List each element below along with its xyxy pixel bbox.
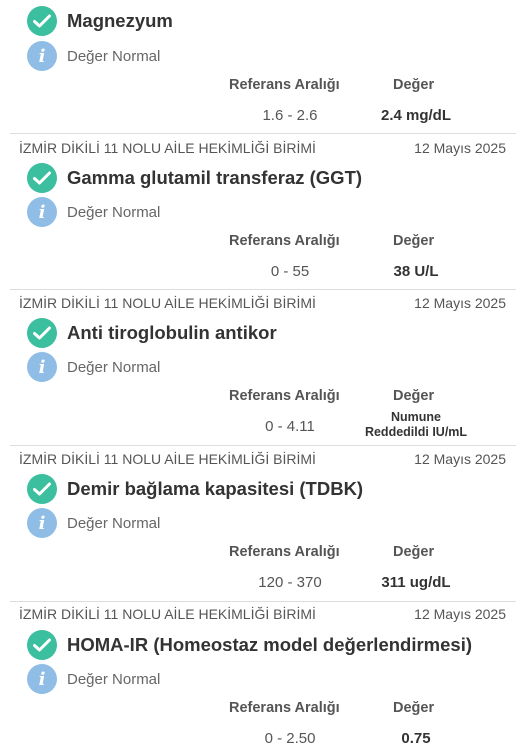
result-value: 38 U/L	[393, 263, 439, 280]
value-label: Değer	[393, 544, 435, 560]
info-icon[interactable]: i	[27, 664, 57, 694]
card-header: İZMİR DİKİLİ 11 NOLU AİLE HEKİMLİĞİ BİRİ…	[0, 448, 516, 470]
status-text: Değer Normal	[67, 514, 161, 532]
status-row: i Değer Normal	[27, 508, 160, 538]
result-value: 2.4 mg/dL	[380, 107, 451, 124]
reference-range-label: Referans Aralığı	[229, 388, 340, 404]
card-divider	[10, 133, 516, 134]
result-date: 12 Mayıs 2025	[414, 451, 506, 467]
status-text: Değer Normal	[67, 670, 161, 688]
reference-range-value: 1.6 - 2.6	[262, 107, 318, 124]
result-title-row: HOMA-IR (Homeostaz model değerlendirmesi…	[27, 630, 472, 660]
info-icon[interactable]: i	[27, 41, 57, 71]
status-text: Değer Normal	[67, 47, 161, 65]
reference-range-label: Referans Aralığı	[229, 700, 340, 716]
card-header: İZMİR DİKİLİ 11 NOLU AİLE HEKİMLİĞİ BİRİ…	[0, 137, 516, 159]
result-value: 311 ug/dL	[381, 574, 451, 591]
result-date: 12 Mayıs 2025	[414, 140, 506, 156]
test-title: Gamma glutamil transferaz (GGT)	[67, 167, 363, 188]
result-value-line1: Numune	[391, 410, 441, 424]
reference-range-label: Referans Aralığı	[229, 77, 340, 93]
result-title-row: Magnezyum	[27, 6, 173, 36]
status-text: Değer Normal	[67, 358, 161, 376]
check-circle-icon	[27, 6, 57, 36]
reference-range-label: Referans Aralığı	[229, 233, 340, 249]
result-date: 12 Mayıs 2025	[414, 295, 506, 311]
info-icon[interactable]: i	[27, 197, 57, 227]
check-circle-icon	[27, 163, 57, 193]
institution-name: İZMİR DİKİLİ 11 NOLU AİLE HEKİMLİĞİ BİRİ…	[19, 451, 316, 467]
status-row: i Değer Normal	[27, 352, 160, 382]
result-title-row: Demir bağlama kapasitesi (TDBK)	[27, 474, 363, 504]
institution-name: İZMİR DİKİLİ 11 NOLU AİLE HEKİMLİĞİ BİRİ…	[19, 606, 316, 622]
institution-name: İZMİR DİKİLİ 11 NOLU AİLE HEKİMLİĞİ BİRİ…	[19, 140, 316, 156]
reference-range-value: 0 - 4.11	[265, 418, 315, 435]
institution-name: İZMİR DİKİLİ 11 NOLU AİLE HEKİMLİĞİ BİRİ…	[19, 295, 316, 311]
status-row: i Değer Normal	[27, 664, 160, 694]
card-divider	[10, 601, 516, 602]
reference-range-label: Referans Aralığı	[229, 544, 340, 560]
check-circle-icon	[27, 474, 57, 504]
test-title: HOMA-IR (Homeostaz model değerlendirmesi…	[67, 634, 473, 655]
result-title-row: Anti tiroglobulin antikor	[27, 318, 277, 348]
status-text: Değer Normal	[67, 203, 161, 221]
result-title-row: Gamma glutamil transferaz (GGT)	[27, 163, 362, 193]
result-value: Numune Reddedildi IU/mL	[350, 410, 482, 440]
reference-range-value: 0 - 2.50	[264, 730, 316, 747]
status-row: i Değer Normal	[27, 197, 160, 227]
reference-range-value: 120 - 370	[258, 574, 322, 591]
test-title: Demir bağlama kapasitesi (TDBK)	[67, 478, 364, 499]
card-divider	[10, 445, 516, 446]
value-label: Değer	[393, 77, 435, 93]
value-label: Değer	[393, 233, 435, 249]
test-title: Anti tiroglobulin antikor	[67, 322, 277, 343]
result-date: 12 Mayıs 2025	[414, 606, 506, 622]
result-value-line2: Reddedildi IU/mL	[364, 425, 468, 439]
value-label: Değer	[393, 700, 435, 716]
value-label: Değer	[393, 388, 435, 404]
result-value: 0.75	[401, 730, 431, 747]
test-title: Magnezyum	[67, 10, 173, 31]
reference-range-value: 0 - 55	[270, 263, 310, 280]
status-row: i Değer Normal	[27, 41, 160, 71]
check-circle-icon	[27, 318, 57, 348]
info-icon[interactable]: i	[27, 352, 57, 382]
card-header: İZMİR DİKİLİ 11 NOLU AİLE HEKİMLİĞİ BİRİ…	[0, 292, 516, 314]
card-divider	[10, 289, 516, 290]
card-header: İZMİR DİKİLİ 11 NOLU AİLE HEKİMLİĞİ BİRİ…	[0, 603, 516, 625]
info-icon[interactable]: i	[27, 508, 57, 538]
check-circle-icon	[27, 630, 57, 660]
